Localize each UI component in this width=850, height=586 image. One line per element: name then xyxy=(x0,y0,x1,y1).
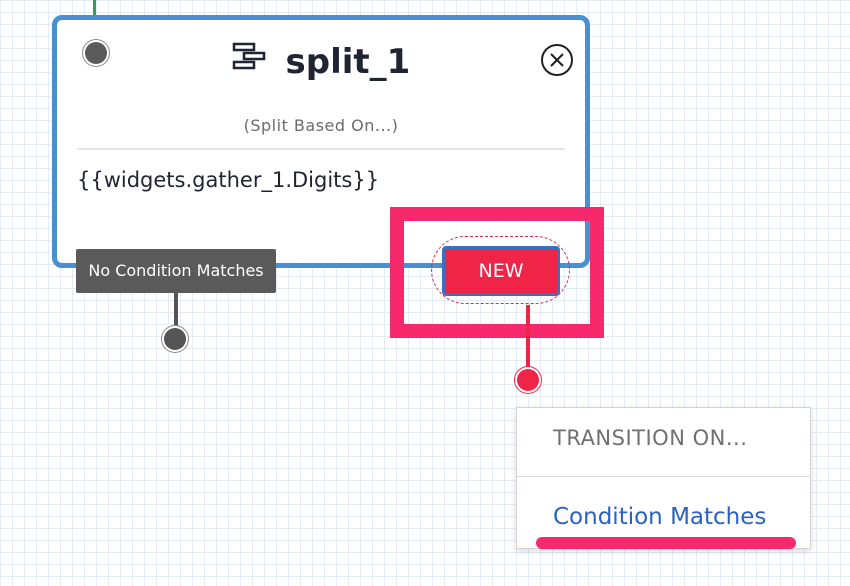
no-condition-output-dot[interactable] xyxy=(164,328,186,350)
no-condition-connection-line xyxy=(174,293,178,329)
no-condition-matches-transition[interactable]: No Condition Matches xyxy=(76,249,276,293)
new-transition-button[interactable]: NEW xyxy=(442,246,560,296)
transition-menu-divider xyxy=(517,476,810,477)
split-icon xyxy=(232,40,266,80)
node-title-row: split_1 xyxy=(57,42,585,84)
condition-matches-underline-annotation xyxy=(536,537,796,549)
menu-item-condition-matches[interactable]: Condition Matches xyxy=(553,504,766,530)
close-icon[interactable] xyxy=(541,44,573,76)
node-subtitle: (Split Based On...) xyxy=(243,116,399,135)
split-expression: {{widgets.gather_1.Digits}} xyxy=(77,168,380,192)
node-divider xyxy=(77,148,565,150)
transition-menu-header: TRANSITION ON... xyxy=(553,426,748,450)
new-transition-connection-line xyxy=(526,305,530,369)
new-transition-output-dot[interactable] xyxy=(517,369,539,391)
transition-menu: TRANSITION ON... Condition Matches xyxy=(516,407,811,549)
node-title: split_1 xyxy=(285,42,411,82)
